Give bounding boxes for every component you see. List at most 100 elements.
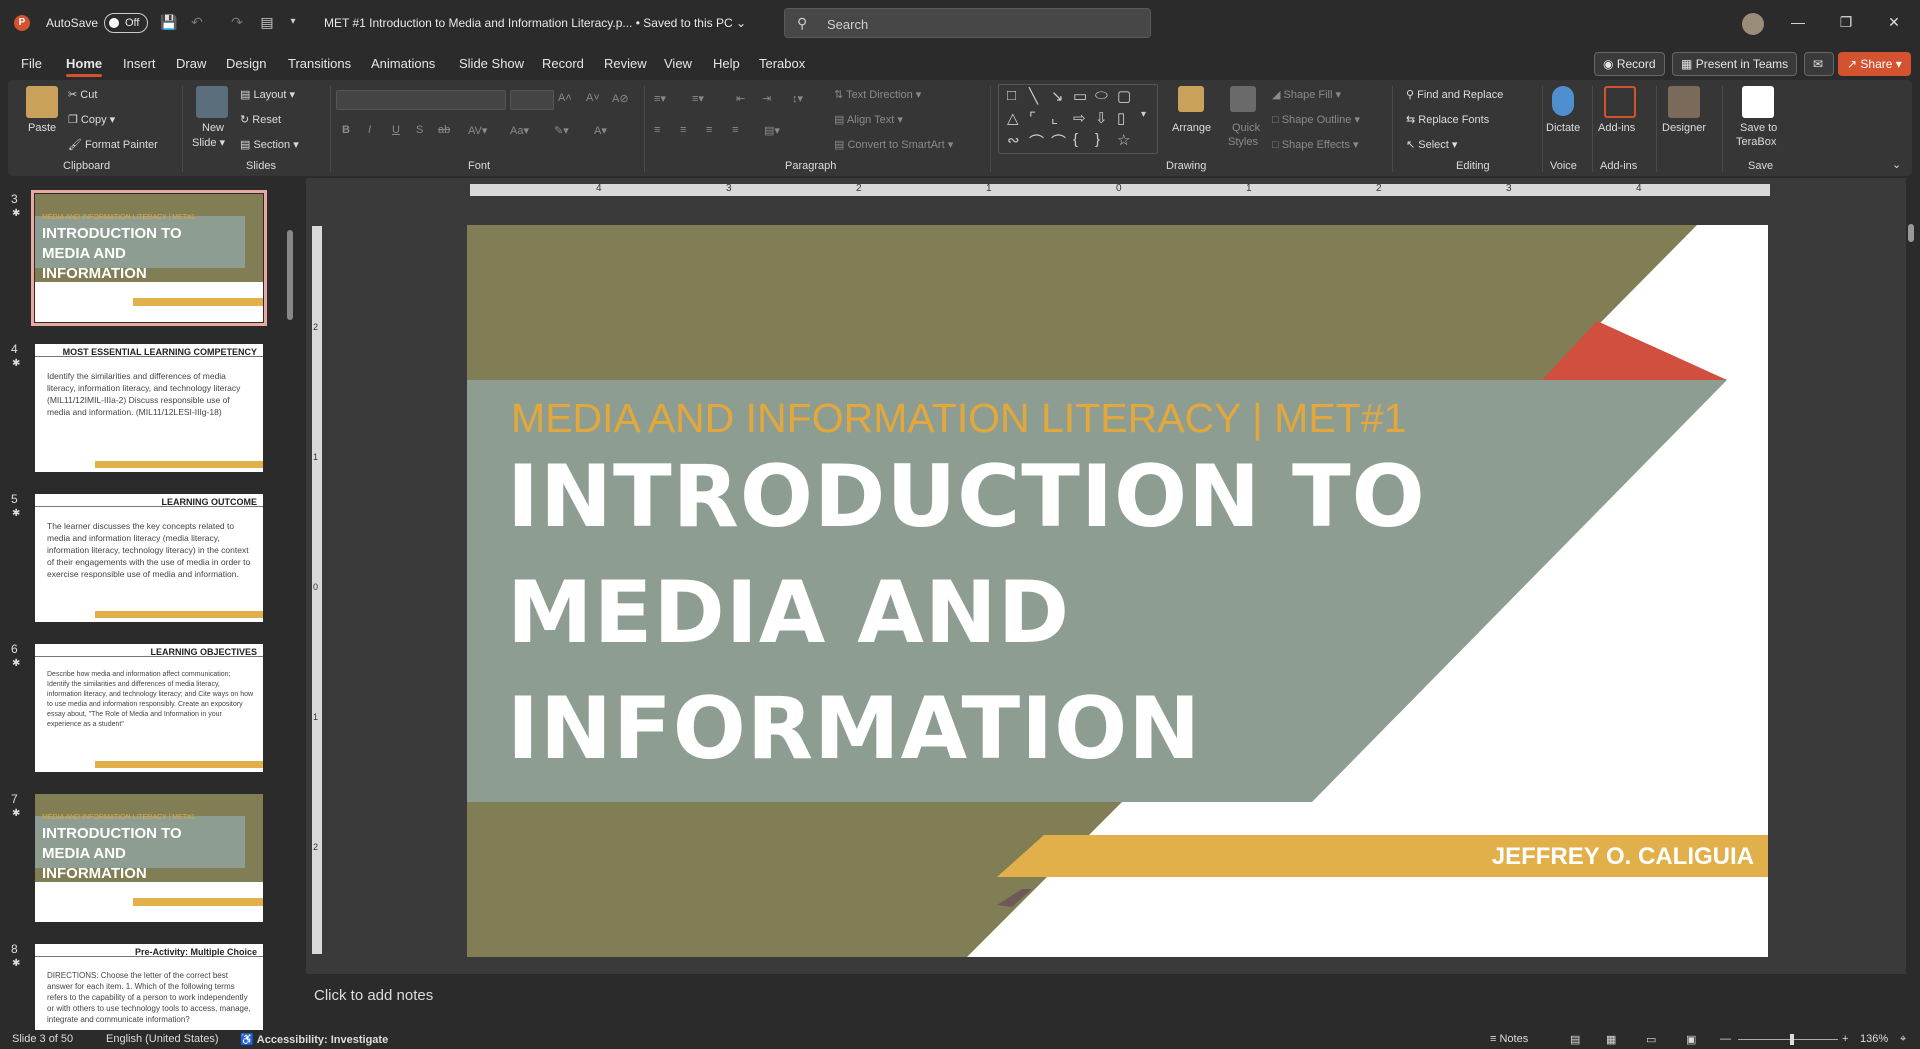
slide-subtitle[interactable]: MEDIA AND INFORMATION LITERACY | MET#1 <box>511 395 1406 442</box>
font-size-dropdown[interactable] <box>510 90 554 110</box>
zoom-slider[interactable] <box>1738 1034 1838 1045</box>
slide-thumbnail[interactable]: Pre-Activity: Multiple Choice DIRECTIONS… <box>35 944 263 1030</box>
slide-author[interactable]: JEFFREY O. CALIGUIA <box>1492 843 1754 871</box>
scrollbar-thumb[interactable] <box>287 230 293 320</box>
search-box[interactable]: ⚲ Search <box>784 8 1151 38</box>
right-arrow-shape-icon[interactable]: ⇨ <box>1073 109 1086 127</box>
language-indicator[interactable]: English (United States) <box>106 1033 219 1045</box>
font-color-icon[interactable]: A▾ <box>594 124 607 137</box>
shape-outline-button[interactable]: □ Shape Outline ▾ <box>1272 113 1360 126</box>
customize-toolbar-icon[interactable]: ▾ <box>284 13 302 31</box>
bullets-icon[interactable]: ≡▾ <box>654 92 666 105</box>
increase-indent-icon[interactable]: ⇥ <box>762 92 771 105</box>
slide-title-line[interactable]: MEDIA AND <box>507 563 1070 663</box>
add-ins-button[interactable]: Add-ins <box>1598 122 1635 134</box>
slide-sorter-icon[interactable]: ▦ <box>1606 1033 1616 1046</box>
paste-icon[interactable] <box>26 86 58 118</box>
slide-title-line[interactable]: INFORMATION <box>507 679 1201 779</box>
star-shape-icon[interactable]: ☆ <box>1117 131 1130 149</box>
elbow-connector-icon[interactable]: ⌜ <box>1029 109 1036 127</box>
arrow-line-shape-icon[interactable]: ↘ <box>1051 87 1064 105</box>
right-brace-icon[interactable]: } <box>1095 131 1100 148</box>
zoom-out-icon[interactable]: — <box>1720 1033 1731 1045</box>
reading-view-icon[interactable]: ▭ <box>1646 1033 1656 1046</box>
microphone-icon[interactable] <box>1552 86 1574 116</box>
collapse-ribbon-icon[interactable]: ⌄ <box>1892 158 1901 171</box>
shape-fill-button[interactable]: ◢ Shape Fill ▾ <box>1272 88 1341 101</box>
justify-icon[interactable]: ≡ <box>732 124 738 136</box>
minimize-icon[interactable]: — <box>1788 12 1808 32</box>
autosave-toggle[interactable]: Off <box>104 13 148 33</box>
arrange-button[interactable]: Arrange <box>1172 122 1211 134</box>
tab-terabox[interactable]: Terabox <box>759 56 805 71</box>
tab-help[interactable]: Help <box>713 56 740 71</box>
redo-icon[interactable]: ↷ <box>228 13 246 31</box>
record-button[interactable]: ◉ Record <box>1594 52 1665 76</box>
tab-home[interactable]: Home <box>66 56 103 77</box>
shrink-font-icon[interactable]: A˅ <box>586 92 600 104</box>
line-shape-icon[interactable]: ╲ <box>1029 87 1038 105</box>
freeform-shape-icon[interactable]: ∾ <box>1007 131 1020 149</box>
grow-font-icon[interactable]: A˄ <box>558 92 572 104</box>
new-slide-button[interactable]: New <box>202 122 224 134</box>
slide-thumbnail[interactable]: MOST ESSENTIAL LEARNING COMPETENCY Ident… <box>35 344 263 472</box>
triangle-shape-icon[interactable]: △ <box>1007 109 1019 127</box>
shadow-button[interactable]: S <box>416 124 423 136</box>
notes-toggle-button[interactable]: ≡ Notes <box>1490 1033 1528 1045</box>
slide-show-icon[interactable]: ▣ <box>1686 1033 1696 1046</box>
down-arrow-shape-icon[interactable]: ⇩ <box>1095 109 1108 127</box>
elbow-arrow-icon[interactable]: ⌞ <box>1051 109 1058 127</box>
slide-title-line[interactable]: INTRODUCTION TO <box>507 447 1426 547</box>
tab-record[interactable]: Record <box>542 56 584 71</box>
tab-file[interactable]: File <box>21 56 42 71</box>
arc-shape-icon[interactable]: ⌒ <box>1051 131 1066 152</box>
undo-icon[interactable]: ↶ <box>188 13 206 31</box>
align-right-icon[interactable]: ≡ <box>706 124 712 136</box>
tab-animations[interactable]: Animations <box>371 56 435 71</box>
slide-thumbnail[interactable]: MEDIA AND INFORMATION LITERACY | MET#1 I… <box>31 190 267 326</box>
reset-button[interactable]: ↻ Reset <box>240 113 281 126</box>
convert-smartart-button[interactable]: ▤ Convert to SmartArt ▾ <box>834 138 953 151</box>
replace-fonts-button[interactable]: ⇆ Replace Fonts <box>1406 113 1489 126</box>
flowchart-shape-icon[interactable]: ▯ <box>1117 109 1125 127</box>
designer-button[interactable]: Designer <box>1662 122 1706 134</box>
save-to-terabox-button[interactable]: Save to <box>1740 122 1777 134</box>
line-spacing-icon[interactable]: ↕▾ <box>792 92 803 105</box>
zoom-slider-handle[interactable] <box>1790 1034 1794 1045</box>
section-button[interactable]: ▤ Section ▾ <box>240 138 299 151</box>
format-painter-button[interactable]: 🖌 Format Painter <box>68 138 158 151</box>
strikethrough-button[interactable]: ab <box>438 124 450 136</box>
tab-insert[interactable]: Insert <box>123 56 156 71</box>
fit-to-window-icon[interactable]: ⌖ <box>1900 1033 1906 1046</box>
underline-button[interactable]: U <box>392 124 400 136</box>
add-ins-icon[interactable] <box>1604 86 1636 118</box>
bold-button[interactable]: B <box>342 124 350 136</box>
text-box-shape-icon[interactable]: □ <box>1007 87 1016 104</box>
layout-button[interactable]: ▤ Layout ▾ <box>240 88 295 101</box>
slide-thumbnail[interactable]: LEARNING OUTCOME The learner discusses t… <box>35 494 263 622</box>
zoom-level[interactable]: 136% <box>1860 1033 1888 1045</box>
change-case-icon[interactable]: Aa▾ <box>510 124 529 137</box>
quick-styles-icon[interactable] <box>1230 86 1256 112</box>
decrease-indent-icon[interactable]: ⇤ <box>736 92 745 105</box>
tab-design[interactable]: Design <box>226 56 266 71</box>
rounded-rect-shape-icon[interactable]: ▢ <box>1117 87 1131 105</box>
close-icon[interactable]: ✕ <box>1884 12 1904 32</box>
accessibility-button[interactable]: ♿ Accessibility: Investigate <box>240 1033 388 1046</box>
select-button[interactable]: ↖ Select ▾ <box>1406 138 1457 151</box>
more-shapes-icon[interactable]: ▾ <box>1141 109 1146 120</box>
document-title[interactable]: MET #1 Introduction to Media and Informa… <box>324 16 746 30</box>
oval-shape-icon[interactable]: ⬭ <box>1095 87 1108 104</box>
new-slide-icon[interactable] <box>196 86 228 118</box>
editor-scrollbar-thumb[interactable] <box>1908 224 1914 242</box>
text-direction-button[interactable]: ⇅ Text Direction ▾ <box>834 88 921 101</box>
new-slide-button-line2[interactable]: Slide ▾ <box>192 136 225 149</box>
paste-button[interactable]: Paste <box>28 122 56 134</box>
tab-review[interactable]: Review <box>604 56 647 71</box>
copy-button[interactable]: ❐ Copy ▾ <box>68 113 115 126</box>
tab-transitions[interactable]: Transitions <box>288 56 351 71</box>
tab-slide-show[interactable]: Slide Show <box>459 56 524 71</box>
tab-view[interactable]: View <box>664 56 692 71</box>
dictate-button[interactable]: Dictate <box>1546 122 1580 134</box>
italic-button[interactable]: I <box>368 124 371 136</box>
